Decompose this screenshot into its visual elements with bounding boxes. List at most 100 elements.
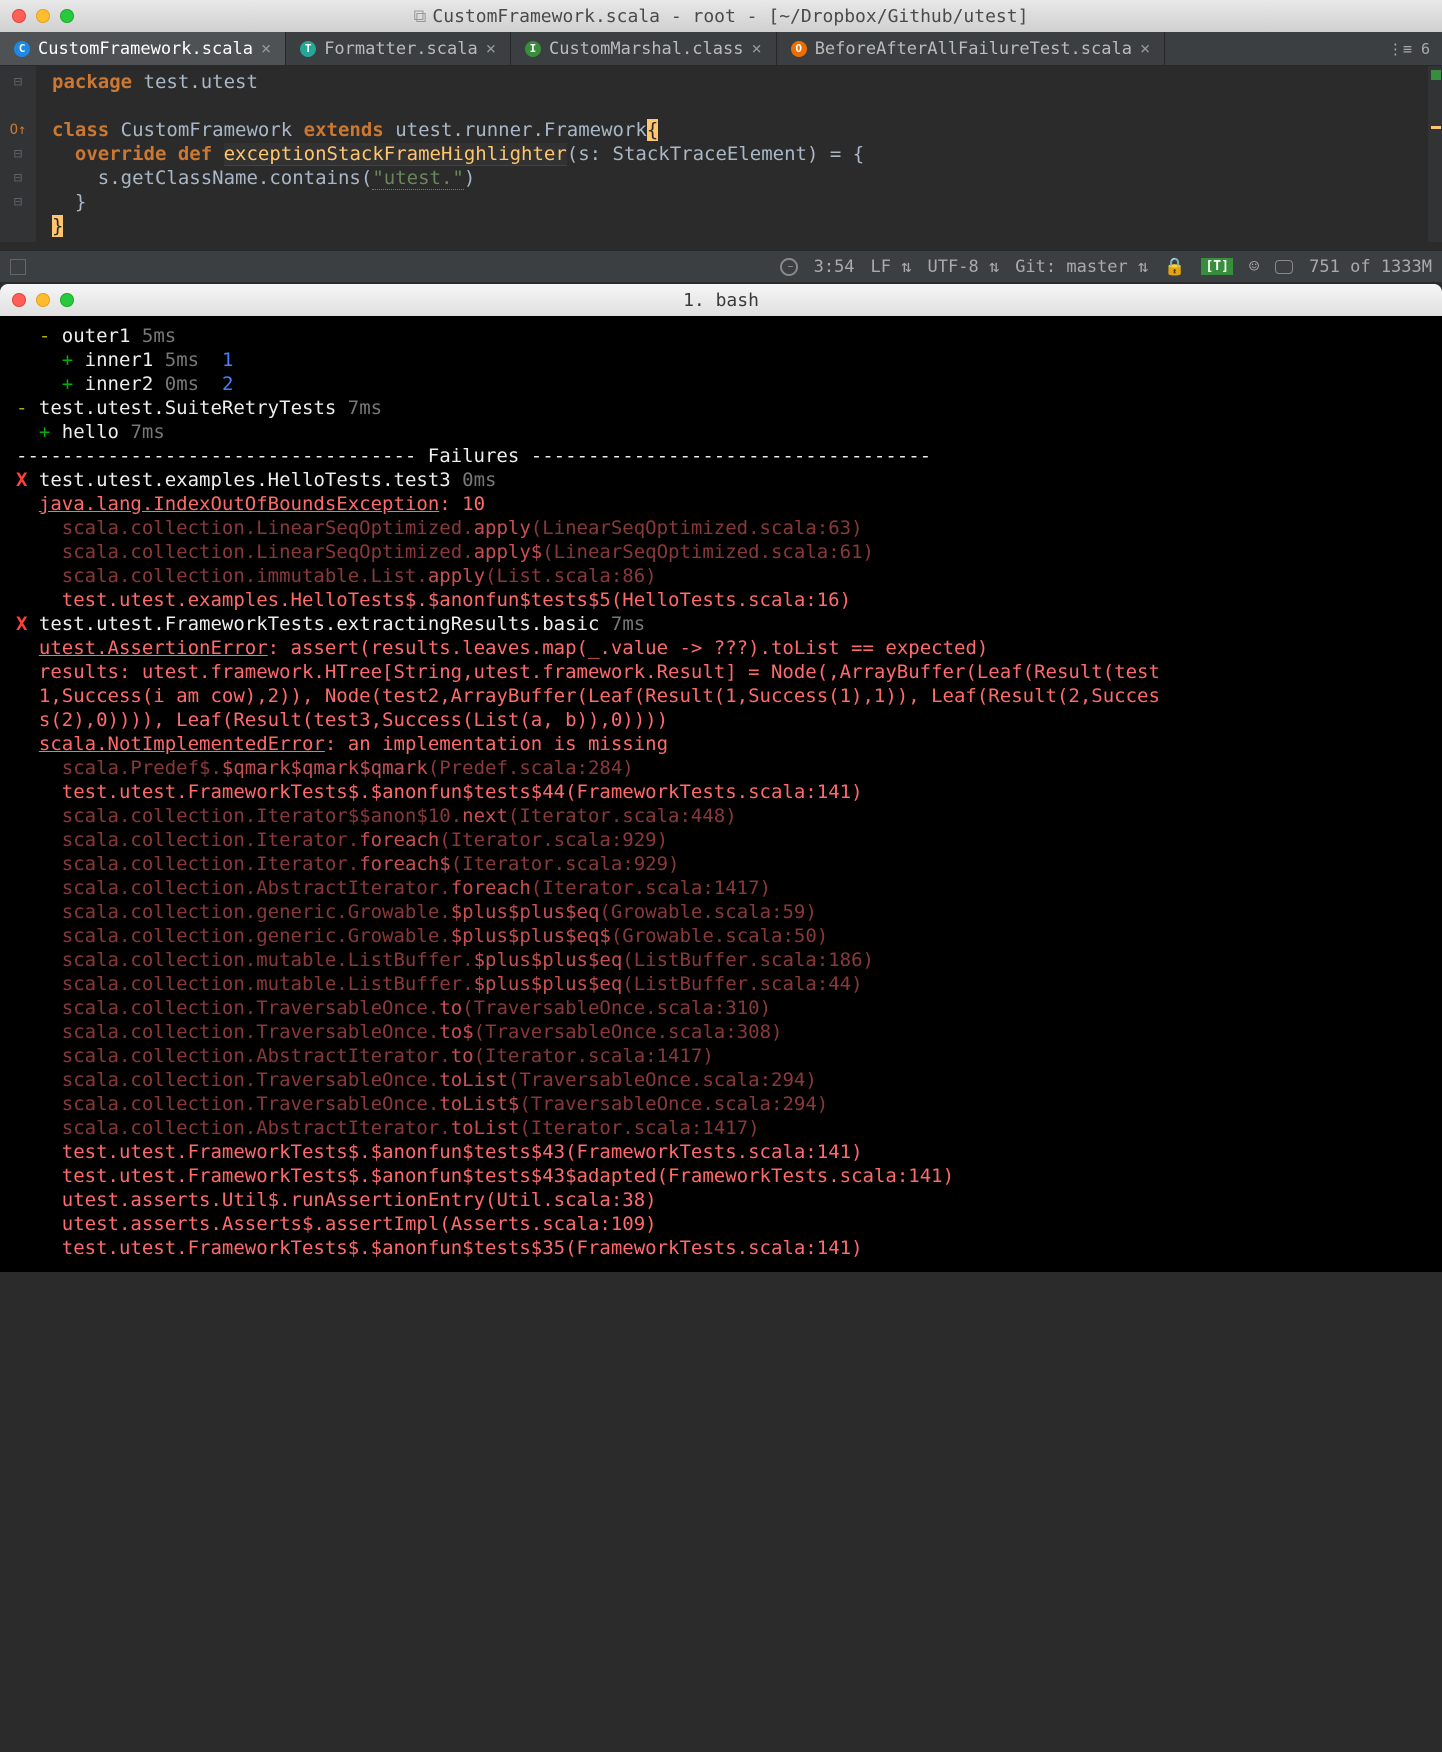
fold-end-icon[interactable]: ⊟ <box>14 166 22 190</box>
params: (s: StackTraceElement) = { <box>567 143 864 165</box>
brace-open: { <box>647 119 658 141</box>
exception-line: scala.NotImplementedError: an implementa… <box>16 732 1426 756</box>
pkg-name: test.utest <box>132 71 258 93</box>
zoom-window-button[interactable] <box>60 293 74 307</box>
kw-class: class <box>52 119 109 141</box>
encoding[interactable]: UTF-8 ⇅ <box>928 257 1000 277</box>
warning-mark[interactable] <box>1431 126 1441 129</box>
code-content[interactable]: package test.utest class CustomFramework… <box>36 66 1428 242</box>
stack-frame: scala.Predef$.$qmark$qmark$qmark(Predef.… <box>16 756 1426 780</box>
brace-close: } <box>52 215 63 237</box>
tab-formatter[interactable]: T Formatter.scala × <box>286 32 511 65</box>
clock-icon[interactable] <box>780 258 798 276</box>
brace-close: } <box>75 191 86 213</box>
fold-icon[interactable]: ⊟ <box>14 70 22 94</box>
tab-beforeafter[interactable]: O BeforeAfterAllFailureTest.scala × <box>777 32 1166 65</box>
fold-end-icon[interactable]: ⊟ <box>14 190 22 214</box>
traffic-lights <box>12 9 74 23</box>
file-icon: ⧉ <box>414 6 427 27</box>
stack-frame: scala.collection.TraversableOnce.toList$… <box>16 1092 1426 1116</box>
body: s.getClassName.contains( <box>98 167 373 189</box>
zoom-window-button[interactable] <box>60 9 74 23</box>
toolwindow-toggle[interactable] <box>10 259 34 275</box>
stack-frame: scala.collection.immutable.List.apply(Li… <box>16 564 1426 588</box>
gutter: ⊟ O↑ ⊟ ⊟ ⊟ <box>0 66 36 242</box>
stack-frame: scala.collection.LinearSeqOptimized.appl… <box>16 516 1426 540</box>
kw-def: def <box>166 143 223 165</box>
terminal-window: 1. bash - outer1 5ms + inner1 5ms 1 + in… <box>0 284 1442 1272</box>
results-line: 1,Success(i am cow),2)), Node(test2,Arra… <box>16 684 1426 708</box>
cursor-position[interactable]: 3:54 <box>814 257 855 277</box>
git-branch[interactable]: Git: master ⇅ <box>1015 257 1148 277</box>
scala-class-icon: C <box>14 41 30 57</box>
stack-frame: scala.collection.LinearSeqOptimized.appl… <box>16 540 1426 564</box>
stack-frame: test.utest.FrameworkTests$.$anonfun$test… <box>16 1140 1426 1164</box>
tab-label: BeforeAfterAllFailureTest.scala <box>815 39 1132 59</box>
fn-name: exceptionStackFrameHighlighter <box>224 143 567 166</box>
stack-frame: scala.collection.Iterator.foreach(Iterat… <box>16 828 1426 852</box>
stack-frame: test.utest.FrameworkTests$.$anonfun$test… <box>16 780 1426 804</box>
test-result-line: + hello 7ms <box>16 420 1426 444</box>
close-icon[interactable]: × <box>261 39 271 59</box>
scala-trait-icon: T <box>300 41 316 57</box>
terminal-titlebar: 1. bash <box>0 284 1442 316</box>
scala-object-icon: O <box>791 41 807 57</box>
avatar-icon[interactable]: ☺ <box>1249 257 1259 277</box>
kw-override: override <box>75 143 167 165</box>
close-window-button[interactable] <box>12 9 26 23</box>
override-icon[interactable]: O↑ <box>10 118 27 142</box>
close-icon[interactable]: × <box>751 39 761 59</box>
exception-line: utest.AssertionError: assert(results.lea… <box>16 636 1426 660</box>
chat-icon[interactable] <box>1275 260 1293 274</box>
failure-header: X test.utest.examples.HelloTests.test3 0… <box>16 468 1426 492</box>
tab-label: Formatter.scala <box>324 39 478 59</box>
tab-label: CustomFramework.scala <box>38 39 253 59</box>
stack-frame: scala.collection.mutable.ListBuffer.$plu… <box>16 972 1426 996</box>
fold-icon[interactable]: ⊟ <box>14 142 22 166</box>
traffic-lights <box>12 293 74 307</box>
lock-icon[interactable]: 🔒 <box>1164 257 1185 277</box>
kw-extends: extends <box>304 119 384 141</box>
stack-frame: scala.collection.TraversableOnce.to$(Tra… <box>16 1020 1426 1044</box>
error-stripe[interactable] <box>1428 66 1442 242</box>
inspection-ok-icon[interactable] <box>1431 70 1441 80</box>
tab-customframework[interactable]: C CustomFramework.scala × <box>0 32 286 65</box>
close-icon[interactable]: × <box>486 39 496 59</box>
results-line: s(2),0)))), Leaf(Result(test3,Success(Li… <box>16 708 1426 732</box>
stack-frame: utest.asserts.Util$.runAssertionEntry(Ut… <box>16 1188 1426 1212</box>
stack-frame: scala.collection.Iterator$$anon$10.next(… <box>16 804 1426 828</box>
window-title-text: CustomFramework.scala - root - [~/Dropbo… <box>432 6 1028 27</box>
class-name: CustomFramework <box>109 119 303 141</box>
terminal-content[interactable]: - outer1 5ms + inner1 5ms 1 + inner2 0ms… <box>0 316 1442 1272</box>
test-result-line: - test.utest.SuiteRetryTests 7ms <box>16 396 1426 420</box>
stack-frame: scala.collection.Iterator.foreach$(Itera… <box>16 852 1426 876</box>
close-icon[interactable]: × <box>1140 39 1150 59</box>
tool-badge[interactable]: [T] <box>1201 258 1232 275</box>
close-window-button[interactable] <box>12 293 26 307</box>
test-result-line: + inner1 5ms 1 <box>16 348 1426 372</box>
tab-custommarshal[interactable]: I CustomMarshal.class × <box>511 32 777 65</box>
tab-label: CustomMarshal.class <box>549 39 743 59</box>
minimize-window-button[interactable] <box>36 293 50 307</box>
stack-frame: scala.collection.TraversableOnce.toList(… <box>16 1068 1426 1092</box>
stack-frame: scala.collection.AbstractIterator.foreac… <box>16 876 1426 900</box>
close-paren: ) <box>464 167 475 189</box>
line-separator[interactable]: LF ⇅ <box>871 257 912 277</box>
ide-statusbar: 3:54 LF ⇅ UTF-8 ⇅ Git: master ⇅ 🔒 [T] ☺ … <box>0 250 1442 282</box>
stack-frame: scala.collection.TraversableOnce.to(Trav… <box>16 996 1426 1020</box>
terminal-title: 1. bash <box>683 290 759 311</box>
class-file-icon: I <box>525 41 541 57</box>
super-name: utest.runner.Framework <box>384 119 647 141</box>
window-title: ⧉ CustomFramework.scala - root - [~/Drop… <box>414 6 1029 27</box>
editor-tabs: C CustomFramework.scala × T Formatter.sc… <box>0 32 1442 66</box>
kw-package: package <box>52 71 132 93</box>
code-editor[interactable]: ⊟ O↑ ⊟ ⊟ ⊟ package test.utest class Cust… <box>0 66 1442 250</box>
stack-frame: test.utest.FrameworkTests$.$anonfun$test… <box>16 1236 1426 1260</box>
stack-frame: scala.collection.generic.Growable.$plus$… <box>16 924 1426 948</box>
stack-frame: scala.collection.AbstractIterator.toList… <box>16 1116 1426 1140</box>
string-literal: "utest." <box>372 167 464 190</box>
results-line: results: utest.framework.HTree[String,ut… <box>16 660 1426 684</box>
memory-indicator[interactable]: 751 of 1333M <box>1309 257 1432 277</box>
tab-overflow[interactable]: ⋮≡ 6 <box>1376 32 1442 65</box>
minimize-window-button[interactable] <box>36 9 50 23</box>
